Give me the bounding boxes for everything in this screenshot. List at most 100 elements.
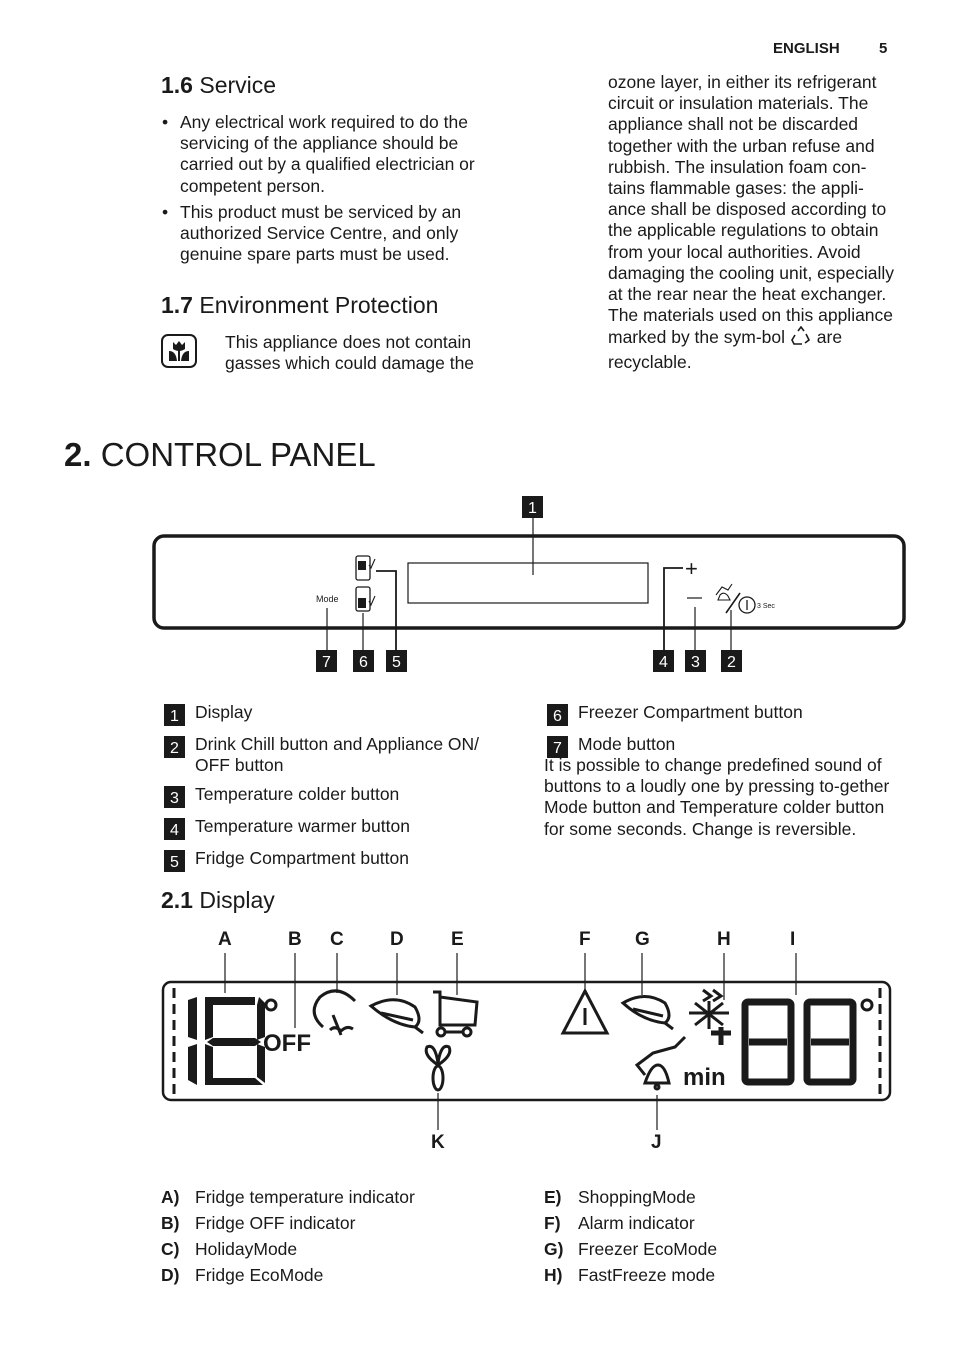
service-bullet-list: Any electrical work required to do the s…	[162, 112, 507, 270]
description-item: D) Fridge EcoMode	[161, 1265, 521, 1291]
description-key: C)	[161, 1239, 180, 1259]
section-number: 2.1	[161, 887, 193, 913]
sound-note: It is possible to change predefined soun…	[544, 755, 890, 839]
legend-label: Drink Chill button and Appliance ON/ OFF…	[195, 734, 480, 775]
legend-item: 4 Temperature warmer button	[164, 816, 514, 840]
plus-button[interactable]: +	[685, 556, 698, 581]
callout-letter-d: D	[390, 929, 404, 950]
section-number: 2.	[64, 436, 92, 473]
legend-number: 5	[164, 850, 185, 872]
legend-number: 1	[164, 704, 185, 726]
legend-label: Temperature colder button	[195, 784, 400, 804]
environment-text: ozone layer, in either its refrigerant c…	[608, 72, 895, 348]
language-label: ENGLISH	[773, 40, 840, 57]
off-indicator: OFF	[263, 1030, 311, 1057]
alarm-triangle-icon	[560, 987, 610, 1035]
fan-icon	[424, 1044, 452, 1092]
section-2-1-heading: 2.1 Display	[161, 887, 275, 914]
description-label: Freezer EcoMode	[578, 1239, 718, 1259]
control-legend-right: 6 Freezer Compartment button 7 Mode button	[547, 702, 897, 758]
description-label: HolidayMode	[195, 1239, 298, 1259]
legend-number: 6	[547, 704, 568, 726]
description-label: ShoppingMode	[578, 1187, 696, 1207]
legend-item: 6 Freezer Compartment button	[547, 702, 897, 726]
section-title: Service	[199, 72, 277, 98]
display-descriptions-right: E) ShoppingMode F) Alarm indicator G) Freez…	[544, 1187, 904, 1291]
display-diagram: OFF min A B C D E F G H I K J	[155, 925, 900, 1160]
environment-text-right: ozone layer, in either its refrigerant c…	[608, 72, 900, 373]
description-label: FastFreeze mode	[578, 1265, 716, 1285]
callout-1: 1	[522, 496, 543, 518]
page-number: 5	[879, 40, 888, 57]
description-item: G) Freezer EcoMode	[544, 1239, 904, 1265]
callout-5: 5	[386, 650, 407, 672]
callout-letter-g: G	[635, 929, 650, 950]
description-label: Fridge EcoMode	[195, 1265, 324, 1285]
bullet-item: This product must be serviced by an auth…	[162, 202, 507, 266]
section-title: Environment Protection	[199, 292, 439, 318]
control-panel-heading: 2. CONTROL PANEL	[64, 436, 376, 474]
callout-letter-e: E	[451, 929, 464, 950]
section-1-7-heading: 1.7 Environment Protection	[161, 292, 438, 319]
environment-text-left: This appliance does not contain gasses w…	[225, 332, 475, 374]
callout-2: 2	[721, 650, 742, 672]
recycle-icon	[790, 326, 812, 351]
callout-3: 3	[685, 650, 706, 672]
legend-number: 2	[164, 736, 185, 758]
legend-item: 3 Temperature colder button	[164, 784, 514, 808]
description-key: E)	[544, 1187, 562, 1207]
section-number: 1.7	[161, 292, 193, 318]
callout-letter-i: I	[790, 929, 796, 950]
callout-7: 7	[316, 650, 337, 672]
description-label: Alarm indicator	[578, 1213, 695, 1233]
legend-label: Temperature warmer button	[195, 816, 410, 836]
callout-letter-c: C	[330, 929, 344, 950]
callout-letter-k: K	[431, 1132, 445, 1153]
legend-number: 3	[164, 786, 185, 808]
legend-item: 1 Display	[164, 702, 514, 726]
section-title: Display	[199, 887, 275, 913]
legend-label: Display	[195, 702, 253, 722]
callout-4: 4	[653, 650, 674, 672]
description-item: F) Alarm indicator	[544, 1213, 904, 1239]
legend-label: Freezer Compartment button	[578, 702, 803, 722]
callout-letter-b: B	[288, 929, 302, 950]
bullet-item: Any electrical work required to do the s…	[162, 112, 507, 197]
callout-letter-j: J	[651, 1132, 662, 1153]
description-label: Fridge OFF indicator	[195, 1213, 356, 1233]
description-key: G)	[544, 1239, 564, 1259]
freezer-eco-leaf-icon	[620, 995, 674, 1031]
description-key: D)	[161, 1265, 180, 1285]
drink-chill-bell-icon	[634, 1035, 687, 1091]
description-item: A) Fridge temperature indicator	[161, 1187, 521, 1213]
legend-item: 5 Fridge Compartment button	[164, 848, 514, 872]
description-label: Fridge temperature indicator	[195, 1187, 415, 1207]
freezer-temperature-digits	[741, 998, 857, 1086]
control-panel-diagram: Mode + 3 Sec 1 2 3 4 5 6 7	[150, 495, 910, 675]
legend-item: 2 Drink Chill button and Appliance ON/ OF…	[164, 734, 514, 776]
holiday-mode-icon	[312, 989, 357, 1036]
description-key: H)	[544, 1265, 563, 1285]
fastfreeze-snowflake-icon	[689, 988, 729, 1029]
callout-6: 6	[353, 650, 374, 672]
mode-label: Mode	[316, 594, 339, 604]
eco-flower-icon	[161, 334, 197, 368]
description-item: C) HolidayMode	[161, 1239, 521, 1265]
description-item: H) FastFreeze mode	[544, 1265, 904, 1291]
description-item: B) Fridge OFF indicator	[161, 1213, 521, 1239]
shopping-mode-cart-icon	[433, 990, 479, 1038]
display-descriptions-left: A) Fridge temperature indicator B) Fridge …	[161, 1187, 521, 1291]
description-key: B)	[161, 1213, 180, 1233]
description-key: A)	[161, 1187, 180, 1207]
callout-letter-a: A	[218, 929, 232, 950]
section-1-6-heading: 1.6 Service	[161, 72, 276, 99]
control-legend-left: 1 Display 2 Drink Chill button and Applian…	[164, 702, 514, 880]
callout-letter-h: H	[717, 929, 731, 950]
callout-letter-f: F	[579, 929, 591, 950]
legend-number: 4	[164, 818, 185, 840]
section-number: 1.6	[161, 72, 193, 98]
three-sec-label: 3 Sec	[757, 603, 775, 610]
description-item: E) ShoppingMode	[544, 1187, 904, 1213]
description-key: F)	[544, 1213, 561, 1233]
section-title: CONTROL PANEL	[100, 436, 376, 473]
